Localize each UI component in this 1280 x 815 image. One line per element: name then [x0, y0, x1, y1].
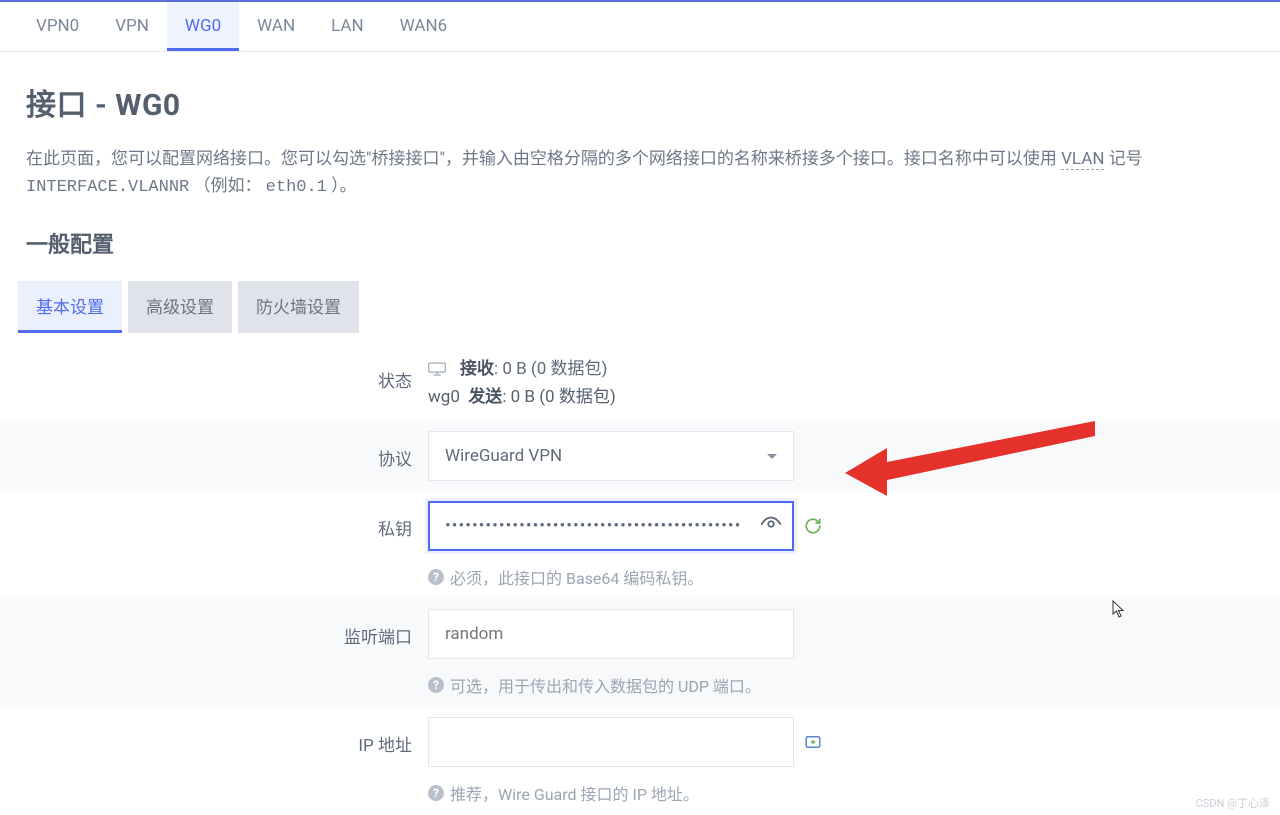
- label-status: 状态: [18, 353, 428, 392]
- vlan-link[interactable]: VLAN: [1061, 149, 1104, 170]
- row-status: 状态 接收: 0 B (0 数据包) wg0 发送: 0 B (0 数据包): [0, 343, 1280, 421]
- label-listen-port: 监听端口: [18, 609, 428, 648]
- label-protocol: 协议: [18, 431, 428, 470]
- help-listen-port: ? 可选，用于传出和传入数据包的 UDP 端口。: [428, 673, 1262, 697]
- private-key-input[interactable]: [428, 501, 794, 551]
- tab-wan[interactable]: WAN: [239, 2, 313, 51]
- help-ip-address: ? 推荐，Wire Guard 接口的 IP 地址。: [428, 781, 1262, 805]
- row-ip-address: IP 地址 ? 推荐，Wire Guard 接口的 IP 地址。: [0, 707, 1280, 815]
- sub-tab-basic[interactable]: 基本设置: [18, 281, 122, 333]
- interface-tabs: VPN0 VPN WG0 WAN LAN WAN6: [0, 2, 1280, 52]
- row-private-key: 私钥: [0, 491, 1280, 599]
- section-title: 一般配置: [0, 219, 1280, 271]
- page-title: 接口 - WG0: [26, 80, 1254, 124]
- tab-vpn0[interactable]: VPN0: [18, 2, 97, 51]
- listen-port-input[interactable]: [428, 609, 794, 659]
- reveal-password-icon[interactable]: [760, 513, 782, 539]
- tab-vpn[interactable]: VPN: [97, 2, 167, 51]
- info-icon: ?: [428, 569, 444, 585]
- protocol-select[interactable]: WireGuard VPN: [428, 431, 794, 481]
- sub-tab-advanced[interactable]: 高级设置: [128, 281, 232, 333]
- label-private-key: 私钥: [18, 501, 428, 540]
- sub-tabs: 基本设置 高级设置 防火墙设置: [0, 271, 1280, 333]
- tab-wg0[interactable]: WG0: [167, 2, 239, 51]
- row-listen-port: 监听端口 ? 可选，用于传出和传入数据包的 UDP 端口。: [0, 599, 1280, 707]
- chevron-down-icon: [767, 454, 777, 459]
- help-private-key: ? 必须，此接口的 Base64 编码私钥。: [428, 565, 1262, 589]
- regenerate-key-icon[interactable]: [804, 517, 822, 535]
- page-description: 在此页面，您可以配置网络接口。您可以勾选"桥接接口"，并输入由空格分隔的多个网络…: [0, 138, 1280, 219]
- info-icon: ?: [428, 785, 444, 801]
- tab-lan[interactable]: LAN: [313, 2, 382, 51]
- add-ip-icon[interactable]: [804, 733, 822, 751]
- ip-address-input[interactable]: [428, 717, 794, 767]
- info-icon: ?: [428, 677, 444, 693]
- label-ip-address: IP 地址: [18, 717, 428, 756]
- row-protocol: 协议 WireGuard VPN: [0, 421, 1280, 491]
- tab-wan6[interactable]: WAN6: [382, 2, 466, 51]
- watermark: CSDN @丁心泽: [1196, 795, 1270, 811]
- sub-tab-firewall[interactable]: 防火墙设置: [238, 281, 359, 333]
- interface-icon: [428, 362, 446, 376]
